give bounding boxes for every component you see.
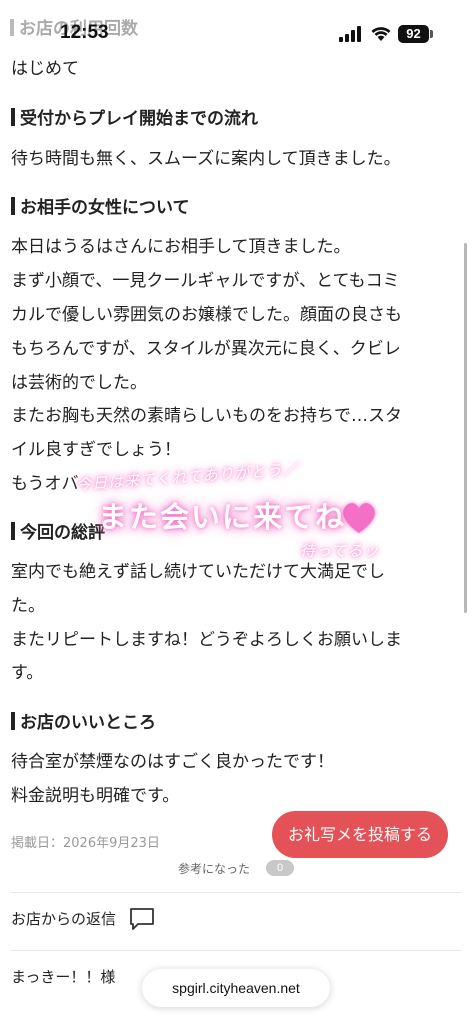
woman-line: もちろんですが、スタイルが異次元に良く、クビレ [11, 339, 401, 359]
speech-bubble-icon[interactable] [129, 907, 155, 931]
battery-indicator: 92 [398, 25, 429, 43]
woman-line: は芸術的でした。 [11, 373, 147, 393]
clock: 12:53 [60, 22, 109, 43]
woman-line: イル良すぎでしょう！ [11, 440, 181, 460]
post-thanks-photo-button[interactable]: お礼写メを投稿する [272, 811, 448, 858]
summary-line: た。 [11, 596, 45, 616]
helpful-label[interactable]: 参考になった [178, 860, 250, 877]
visit-count-value: はじめて [11, 59, 79, 79]
browser-url-bar[interactable]: spgirl.cityheaven.net [142, 969, 330, 1007]
wifi-icon [371, 27, 391, 41]
section-title-woman: お相手の女性について [11, 193, 190, 218]
woman-line: カルで優しい雰囲気のお嬢様でした。顔面の良さも [11, 305, 402, 325]
reply-recipient-name: まっきー！！様 [11, 968, 116, 986]
woman-line: またお胸も天然の素晴らしいものをお持ちで…スタ [11, 406, 402, 426]
section-title-flow: 受付からプレイ開始までの流れ [11, 104, 258, 129]
cellular-signal-icon [339, 26, 361, 42]
woman-line: もうオバ [11, 474, 79, 494]
heart-icon [343, 503, 375, 533]
section-title-summary: 今回の総評 [11, 518, 105, 543]
summary-line: す。 [11, 663, 44, 683]
overlay-main-text: また会いに来てね [98, 500, 347, 534]
section-bar [11, 197, 15, 215]
section-bar [11, 522, 15, 540]
battery-cap [430, 30, 433, 38]
posted-date: 掲載日：2026年9月23日 [11, 836, 160, 851]
overlay-top-text: 今日は来てくれてありがとう／ [75, 460, 300, 494]
woman-line: まず小顔で、一見クールギャルですが、とてもコミ [11, 271, 400, 291]
shop-line: 料金説明も明確です。 [11, 786, 180, 806]
helpful-count-badge[interactable]: 0 [266, 860, 294, 876]
divider [11, 892, 461, 893]
flow-text: 待ち時間も無く、スムーズに案内して頂きました。 [11, 149, 401, 169]
section-bar [11, 712, 15, 730]
scrollbar[interactable] [464, 243, 467, 613]
woman-line: 本日はうるはさんにお相手して頂きました。 [11, 237, 351, 257]
shop-line: 待合室が禁煙なのはすごく良かったです！ [11, 752, 334, 772]
summary-line: 室内でも絶えず話し続けていただけて大満足でし [11, 562, 385, 582]
message-sticker-overlay: 今日は来てくれてありがとう／ また会いに来てね 待ってるッ [70, 460, 410, 572]
status-bar: お店の利用回数 12:53 92 [0, 0, 472, 52]
section-title-shop: お店のいいところ [11, 708, 156, 733]
section-bar [11, 108, 15, 126]
shop-reply-label[interactable]: お店からの返信 [11, 908, 116, 929]
divider [11, 950, 461, 951]
summary-line: またリピートしますね！どうぞよろしくお願いしま [11, 630, 402, 650]
